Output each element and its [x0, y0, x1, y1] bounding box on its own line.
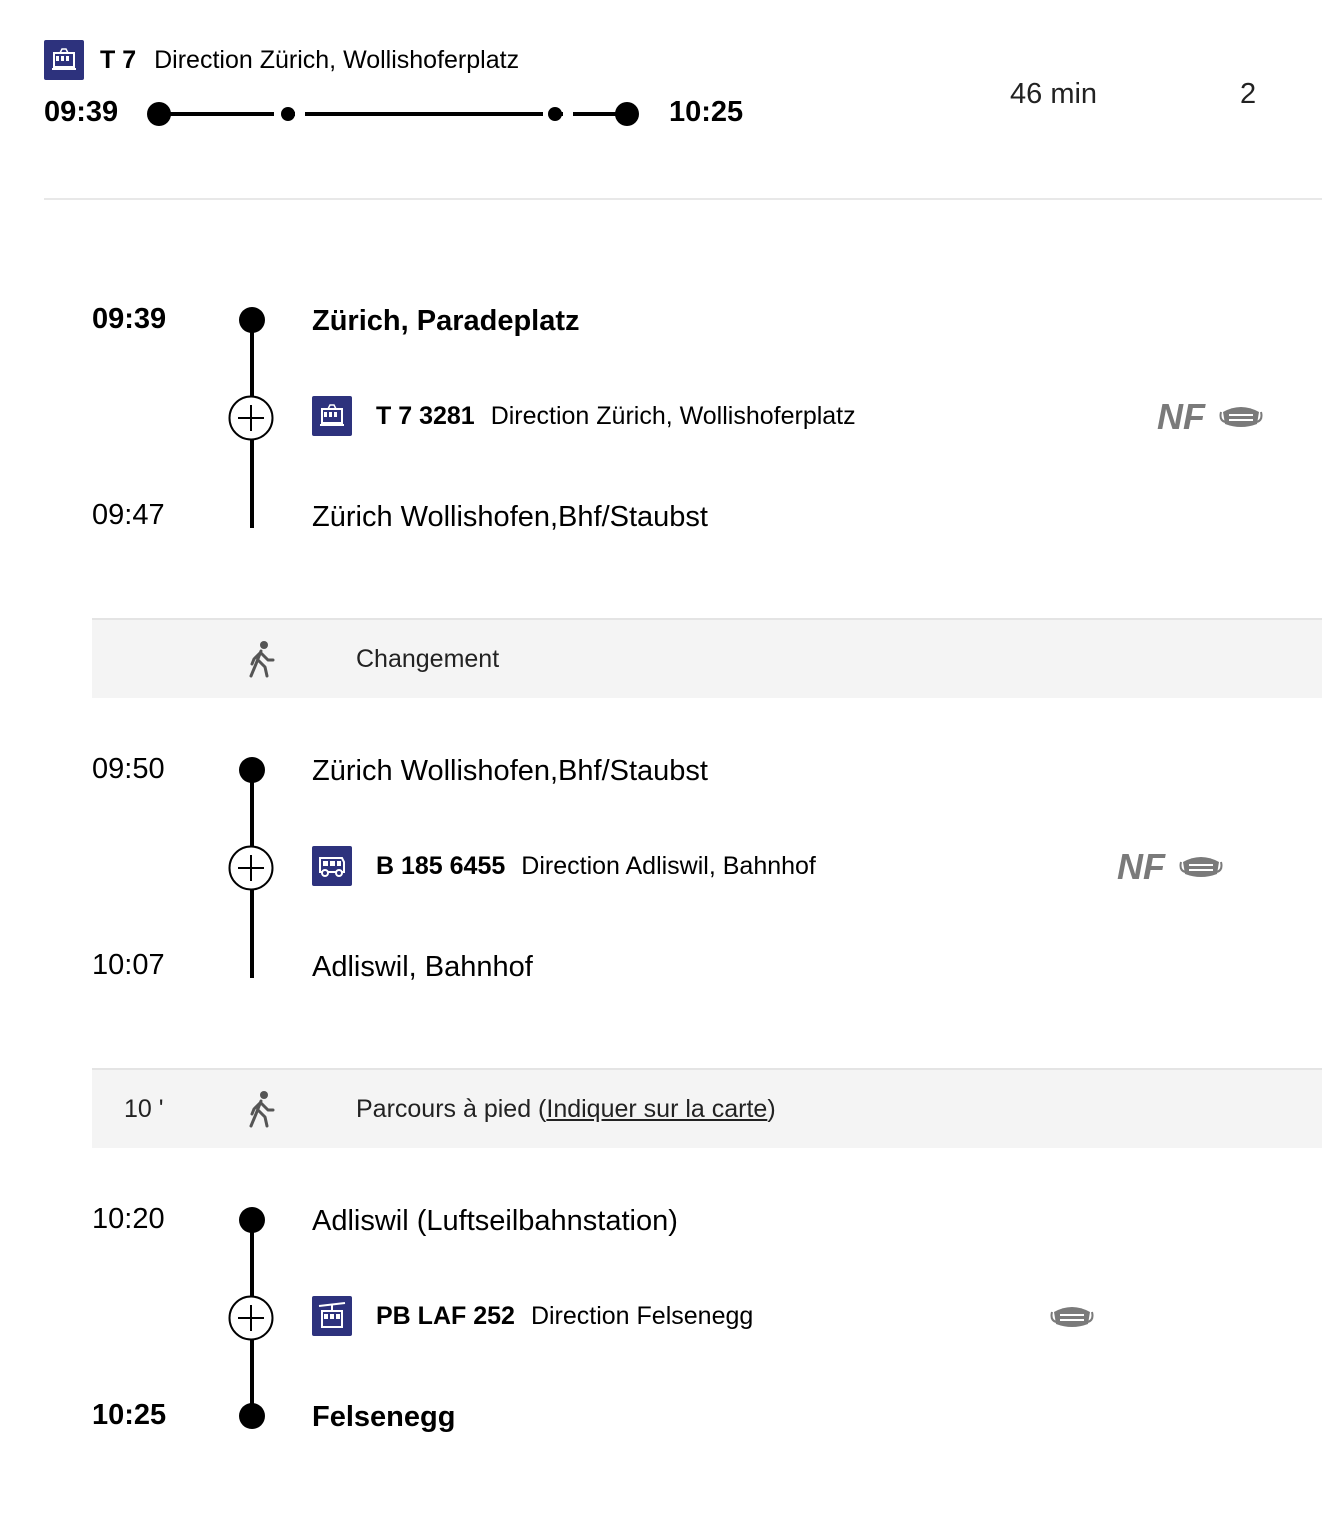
expand-stops-icon[interactable] [228, 845, 274, 891]
stop-dot [239, 757, 265, 783]
connection-summary-title: T 7 Direction Zürich, Wollishoferplatz [44, 40, 519, 80]
leg-service-label[interactable]: B 185 6455 Direction Adliswil, Bahnhof [376, 846, 816, 886]
expand-stops-icon[interactable] [228, 1295, 274, 1341]
stop-dot [239, 307, 265, 333]
leg-direction: Direction Felsenegg [530, 1301, 754, 1330]
leg-line-number: B 185 6455 [376, 851, 506, 880]
departure-stop: Zürich, Paradeplatz [312, 305, 580, 337]
summary-direction: Direction Zürich, Wollishoferplatz [154, 45, 520, 74]
departure-stop: Adliswil (Luftseilbahnstation) [312, 1205, 678, 1237]
summary-duration: 46 min [1010, 78, 1098, 110]
low-floor-badge: NF [1117, 846, 1165, 887]
track-change-dot [548, 107, 562, 121]
summary-line: T 7 [100, 45, 137, 74]
arrival-stop: Felsenegg [312, 1401, 456, 1433]
summary-changes-count: 2 [1240, 78, 1257, 110]
divider [44, 198, 1322, 200]
stop-dot [239, 1207, 265, 1233]
arrival-time: 10:25 [92, 1399, 167, 1431]
stop-dot [239, 1403, 265, 1429]
mask-required-icon [1219, 407, 1263, 427]
track-end-dot [615, 102, 639, 126]
walking-route-text: Parcours à pied [356, 1095, 539, 1123]
leg-line-number: PB LAF 252 [376, 1301, 515, 1330]
arrival-time: 10:07 [92, 949, 165, 981]
paren-close: ) [767, 1095, 776, 1123]
expand-stops-icon[interactable] [228, 395, 274, 441]
low-floor-badge: NF [1157, 396, 1205, 437]
walk-icon [249, 1091, 275, 1128]
departure-time: 09:50 [92, 753, 165, 785]
cable-car-icon [312, 1296, 352, 1336]
leg-service-label[interactable]: T 7 3281 Direction Zürich, Wollishoferpl… [376, 396, 856, 436]
leg-direction: Direction Zürich, Wollishoferplatz [490, 401, 856, 430]
departure-time: 09:39 [92, 303, 167, 335]
track-start-dot [147, 102, 171, 126]
walk-icon [249, 641, 275, 678]
summary-arrival-time: 10:25 [669, 96, 744, 128]
departure-time: 10:20 [92, 1203, 165, 1235]
transfer-row [92, 618, 1322, 698]
track-change-dot [281, 107, 295, 121]
mask-required-icon [1050, 1307, 1094, 1327]
leg-direction: Direction Adliswil, Bahnhof [521, 851, 816, 880]
transfer-label: Changement [356, 645, 500, 673]
tram-icon [44, 40, 84, 80]
transfer-duration: 10 ' [124, 1095, 164, 1123]
walking-route-label: Parcours à pied (Indiquer sur la carte) [356, 1095, 776, 1124]
tram-icon [312, 396, 352, 436]
departure-stop: Zürich Wollishofen,Bhf/Staubst [312, 755, 708, 787]
journey-progress-track [147, 102, 639, 126]
bus-icon [312, 846, 352, 886]
leg-line-number: T 7 3281 [376, 401, 475, 430]
arrival-time: 09:47 [92, 499, 165, 531]
summary-departure-time: 09:39 [44, 96, 119, 128]
mask-required-icon [1179, 857, 1223, 877]
show-on-map-link[interactable]: Indiquer sur la carte [546, 1095, 767, 1123]
arrival-stop: Adliswil, Bahnhof [312, 951, 533, 983]
leg-service-label[interactable]: PB LAF 252 Direction Felsenegg [376, 1296, 753, 1336]
arrival-stop: Zürich Wollishofen,Bhf/Staubst [312, 501, 708, 533]
